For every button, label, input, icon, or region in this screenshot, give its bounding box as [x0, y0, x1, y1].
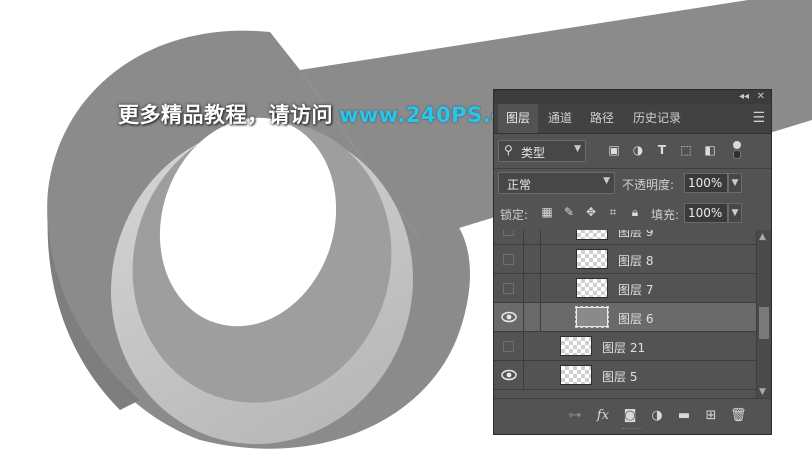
search-icon: ⚲: [504, 143, 513, 157]
adjustment-filter-icon[interactable]: ◑: [630, 142, 646, 158]
chevron-down-icon: ▼: [574, 144, 581, 154]
close-icon[interactable]: ✕: [757, 90, 765, 104]
panel-menu-icon[interactable]: ☰: [752, 110, 765, 126]
layers-list: 图层 9 图层 8 图层 7 图层 6 图层 21 图层 5: [494, 230, 756, 399]
visibility-toggle[interactable]: [494, 230, 524, 245]
blend-mode-select[interactable]: 正常 ▼: [498, 172, 615, 194]
lock-position-icon[interactable]: ✥: [584, 205, 598, 219]
visibility-off-box: [503, 254, 514, 265]
fill-label: 填充:: [651, 208, 680, 222]
layer-thumbnail: [560, 336, 592, 356]
visibility-toggle[interactable]: [494, 245, 524, 274]
folder-icon[interactable]: ▬: [676, 408, 692, 424]
layer-name: 图层 8: [618, 254, 654, 268]
chevron-down-icon[interactable]: ▼: [759, 387, 766, 397]
fill-dropdown-icon[interactable]: ▼: [728, 203, 742, 223]
blend-opacity-row: 正常 ▼ 不透明度: 100% ▼: [498, 172, 765, 196]
filter-toggle-switch[interactable]: [733, 141, 741, 159]
layer-filter-row: ⚲ 类型 ▼ ▣ ◑ T ⬚ ◧: [498, 140, 765, 164]
lock-transparent-icon[interactable]: ▦: [540, 205, 554, 219]
watermark: 更多精品教程，请访问 www.240PS.com: [118, 99, 541, 129]
shape-filter-icon[interactable]: ⬚: [678, 142, 694, 158]
layer-thumbnail: [576, 249, 608, 269]
type-filter-icon[interactable]: T: [654, 142, 670, 158]
lock-fill-row: 锁定: ▦ ✎ ✥ ⌗ 🔒︎ 填充: 100% ▼: [498, 202, 765, 226]
layer-row[interactable]: 图层 21: [494, 332, 756, 361]
chevron-up-icon[interactable]: ▲: [759, 232, 766, 242]
eye-icon: [501, 369, 517, 381]
layers-panel: ◂◂ ✕ 图层 通道 路径 历史记录 ☰ ⚲ 类型 ▼ ▣ ◑ T ⬚ ◧ 正常…: [493, 89, 772, 435]
panel-titlebar[interactable]: ◂◂ ✕: [494, 90, 771, 104]
chevron-down-icon: ▼: [603, 176, 610, 186]
fill-input[interactable]: 100%: [684, 203, 728, 223]
layer-name: 图层 9: [618, 230, 654, 239]
lock-artboard-icon[interactable]: ⌗: [606, 205, 620, 219]
visibility-toggle[interactable]: [494, 303, 524, 332]
watermark-text: 更多精品教程，请访问: [118, 103, 333, 127]
layer-row[interactable]: 图层 5: [494, 361, 756, 390]
add-mask-icon[interactable]: ◙: [622, 408, 638, 424]
tab-history[interactable]: 历史记录: [625, 104, 689, 133]
visibility-toggle[interactable]: [494, 332, 524, 361]
image-filter-icon[interactable]: ▣: [606, 142, 622, 158]
visibility-off-box: [503, 283, 514, 294]
layer-thumbnail: [576, 230, 608, 240]
layer-row[interactable]: 图层 9: [494, 230, 756, 245]
layer-row-selected[interactable]: 图层 6: [494, 303, 756, 332]
panel-tabs: 图层 通道 路径 历史记录 ☰: [494, 104, 771, 134]
visibility-toggle[interactable]: [494, 274, 524, 303]
link-layers-icon[interactable]: ⊶: [567, 408, 583, 424]
visibility-off-box: [503, 230, 514, 236]
opacity-dropdown-icon[interactable]: ▼: [728, 173, 742, 193]
layer-thumbnail: [560, 365, 592, 385]
scrollbar-thumb[interactable]: [759, 307, 769, 339]
smart-object-filter-icon[interactable]: ◧: [702, 142, 718, 158]
visibility-off-box: [503, 341, 514, 352]
filter-kind-label: 类型: [521, 146, 546, 160]
opacity-label: 不透明度:: [622, 178, 675, 192]
filter-kind-select[interactable]: ⚲ 类型 ▼: [498, 140, 586, 162]
layer-row[interactable]: 图层 7: [494, 274, 756, 303]
tab-channels[interactable]: 通道: [540, 104, 580, 133]
layer-name: 图层 6: [618, 312, 654, 326]
layer-thumbnail: [576, 278, 608, 298]
lock-label: 锁定:: [500, 208, 529, 222]
resize-grip[interactable]: [622, 428, 642, 432]
layer-name: 图层 7: [618, 283, 654, 297]
layer-name: 图层 21: [602, 341, 646, 355]
new-layer-icon[interactable]: ⊞: [703, 408, 719, 424]
lock-image-icon[interactable]: ✎: [562, 205, 576, 219]
adjustment-layer-icon[interactable]: ◑: [649, 408, 665, 424]
collapse-icon[interactable]: ◂◂: [739, 90, 749, 104]
layers-scrollbar[interactable]: ▲ ▼: [756, 230, 771, 399]
opacity-input[interactable]: 100%: [684, 173, 728, 193]
layer-row[interactable]: 图层 8: [494, 245, 756, 274]
trash-icon[interactable]: 🗑︎: [730, 408, 747, 424]
layer-thumbnail: [575, 306, 609, 328]
blend-mode-label: 正常: [507, 178, 532, 192]
layer-name: 图层 5: [602, 370, 638, 384]
visibility-toggle[interactable]: [494, 361, 524, 390]
fx-icon[interactable]: fx: [595, 408, 611, 424]
layers-bottom-toolbar: ⊶ fx ◙ ◑ ▬ ⊞ 🗑︎: [494, 398, 771, 434]
tab-layers[interactable]: 图层: [498, 104, 539, 133]
tab-paths[interactable]: 路径: [582, 104, 622, 133]
eye-icon: [501, 311, 517, 323]
lock-all-icon[interactable]: 🔒︎: [628, 205, 642, 219]
